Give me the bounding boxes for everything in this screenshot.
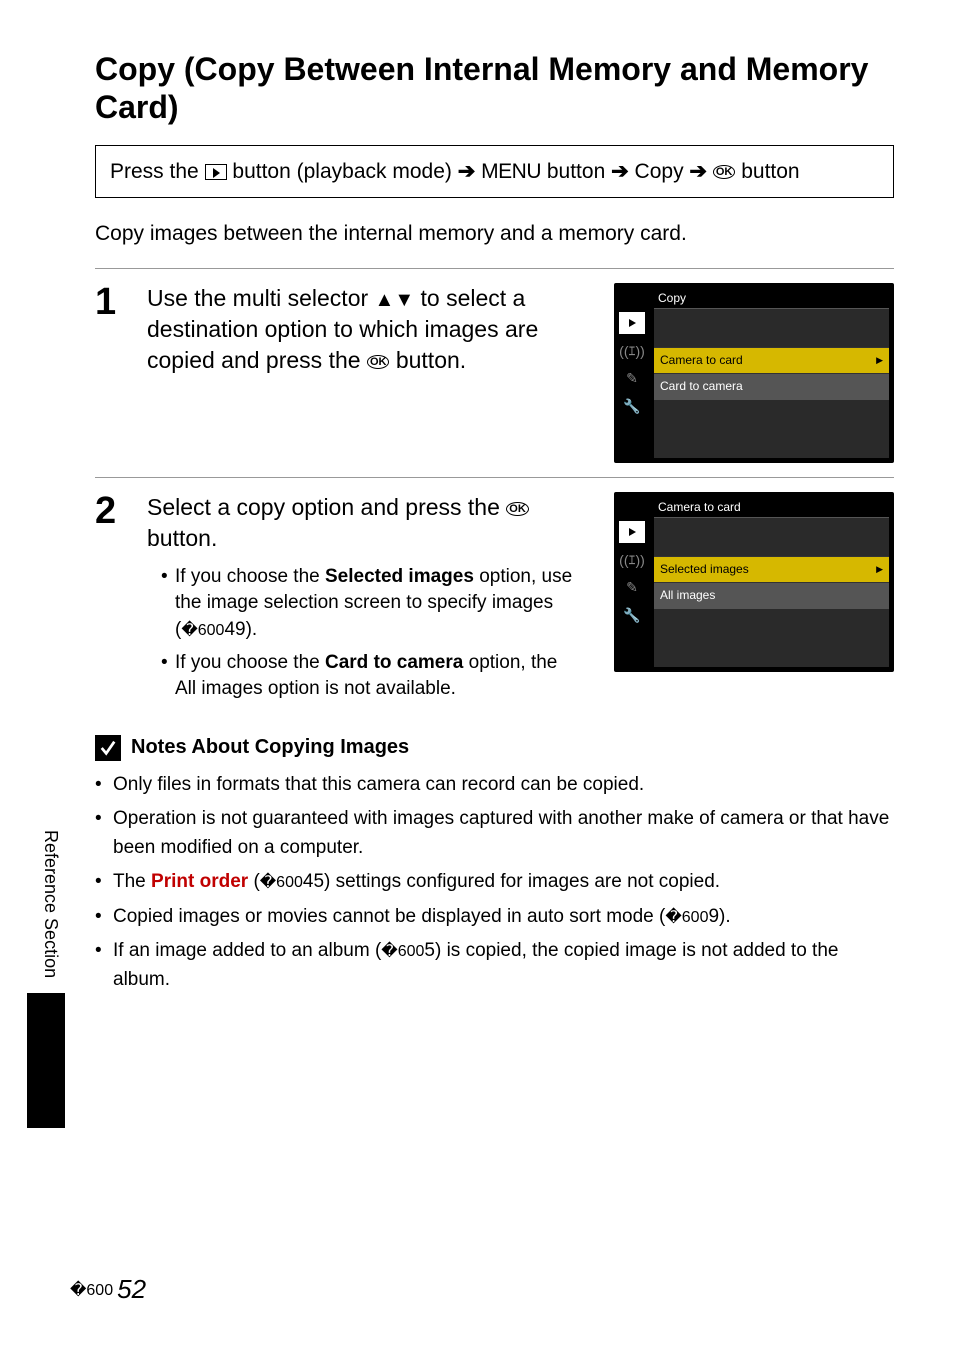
- step-1: 1 Use the multi selector ▲▼ to select a …: [95, 283, 894, 463]
- retouch-tab-icon: ✎: [619, 368, 645, 390]
- note-item: • Operation is not guaranteed with image…: [95, 805, 894, 862]
- step2-text-a: Select a copy option and press the: [147, 494, 500, 520]
- bullet-dot: •: [95, 903, 103, 932]
- ok-icon: OK: [506, 502, 529, 516]
- note-item: • Copied images or movies cannot be disp…: [95, 903, 894, 932]
- path-button-1: button: [547, 160, 605, 183]
- step2-text-b: button.: [147, 525, 217, 551]
- screen-title: Copy: [654, 290, 690, 306]
- ref-section-icon: �600: [70, 1280, 113, 1300]
- step-number: 1: [95, 283, 125, 463]
- n3c: 45) settings configured for images are n…: [303, 871, 720, 892]
- note-text: Operation is not guaranteed with images …: [113, 805, 894, 862]
- path-button-2: button: [741, 160, 799, 183]
- bullet-dot: •: [95, 805, 103, 862]
- section-label: Reference Section: [40, 830, 61, 978]
- note-item: • The Print order (�60045) settings conf…: [95, 868, 894, 897]
- up-down-icon: ▲▼: [375, 289, 415, 311]
- ok-icon: OK: [367, 355, 390, 369]
- n4b: 9).: [708, 906, 730, 927]
- section-tab: [27, 993, 65, 1128]
- setup-tab-icon: 🔧: [619, 605, 645, 627]
- page-footer: �600 52: [70, 1274, 146, 1305]
- step-body: Use the multi selector ▲▼ to select a de…: [147, 283, 592, 463]
- caution-icon: [95, 735, 121, 761]
- note-item: • Only files in formats that this camera…: [95, 771, 894, 800]
- note-text: Only files in formats that this camera c…: [113, 771, 644, 800]
- b1a: If you choose the: [175, 566, 320, 587]
- b2a: If you choose the: [175, 652, 320, 673]
- step1-text-a: Use the multi selector: [147, 285, 368, 311]
- step1-text-c: button.: [396, 347, 466, 373]
- menu-item-selected-images: Selected images▶: [654, 556, 889, 582]
- b1bold: Selected images: [325, 566, 474, 587]
- camera-screen-copy: ((ｴ)) ✎ 🔧 Copy Camera to card▶ Card to c…: [614, 283, 894, 463]
- menu-item-all-images: All images: [654, 582, 889, 608]
- arrow-icon: ➔: [611, 160, 629, 183]
- playback-tab-icon: [619, 521, 645, 543]
- bullet-dot: •: [95, 937, 103, 994]
- step-2: 2 Select a copy option and press the OK …: [95, 492, 894, 709]
- menu-item-camera-to-card: Camera to card▶: [654, 347, 889, 373]
- notes-header: Notes About Copying Images: [95, 735, 894, 761]
- setup-tab-icon: 🔧: [619, 396, 645, 418]
- ref-icon: �600: [181, 622, 224, 639]
- intro-text: Copy images between the internal memory …: [95, 218, 894, 250]
- page-number: 52: [117, 1274, 146, 1305]
- ref-icon: �600: [665, 909, 708, 926]
- page-title: Copy (Copy Between Internal Memory and M…: [95, 50, 894, 127]
- menu-item-card-to-camera: Card to camera: [654, 373, 889, 399]
- ref-icon: �600: [381, 943, 424, 960]
- n5a: If an image added to an album (: [113, 940, 381, 961]
- n3a: The: [113, 871, 146, 892]
- arrow-icon: ➔: [458, 160, 476, 183]
- b1c: 49).: [224, 619, 257, 640]
- sub-bullet: • If you choose the Card to camera optio…: [147, 650, 580, 703]
- divider: [95, 477, 894, 478]
- bullet-dot: •: [161, 650, 167, 703]
- divider: [95, 268, 894, 269]
- notes-title: Notes About Copying Images: [131, 736, 409, 759]
- menu-label: MENU: [481, 160, 541, 183]
- retouch-tab-icon: ✎: [619, 577, 645, 599]
- note-item: • If an image added to an album (�6005) …: [95, 937, 894, 994]
- antenna-tab-icon: ((ｴ)): [619, 340, 645, 362]
- playback-icon: [205, 164, 227, 180]
- n3bold: Print order: [151, 871, 248, 892]
- antenna-tab-icon: ((ｴ)): [619, 549, 645, 571]
- path-playback: button (playback mode): [232, 160, 451, 183]
- ok-icon: OK: [713, 165, 736, 179]
- b2bold: Card to camera: [325, 652, 463, 673]
- bullet-dot: •: [161, 564, 167, 644]
- navigation-path-box: Press the button (playback mode) ➔ MENU …: [95, 145, 894, 199]
- playback-tab-icon: [619, 312, 645, 334]
- n4a: Copied images or movies cannot be displa…: [113, 906, 665, 927]
- camera-screen-camera-to-card: ((ｴ)) ✎ 🔧 Camera to card Selected images…: [614, 492, 894, 672]
- path-copy: Copy: [635, 160, 684, 183]
- screen-title: Camera to card: [654, 499, 745, 515]
- step-body: Select a copy option and press the OK bu…: [147, 492, 592, 709]
- path-press: Press the: [110, 160, 199, 183]
- ref-icon: �600: [260, 874, 303, 891]
- bullet-dot: •: [95, 771, 103, 800]
- arrow-icon: ➔: [689, 160, 707, 183]
- step-number: 2: [95, 492, 125, 709]
- sub-bullet: • If you choose the Selected images opti…: [147, 564, 580, 644]
- bullet-dot: •: [95, 868, 103, 897]
